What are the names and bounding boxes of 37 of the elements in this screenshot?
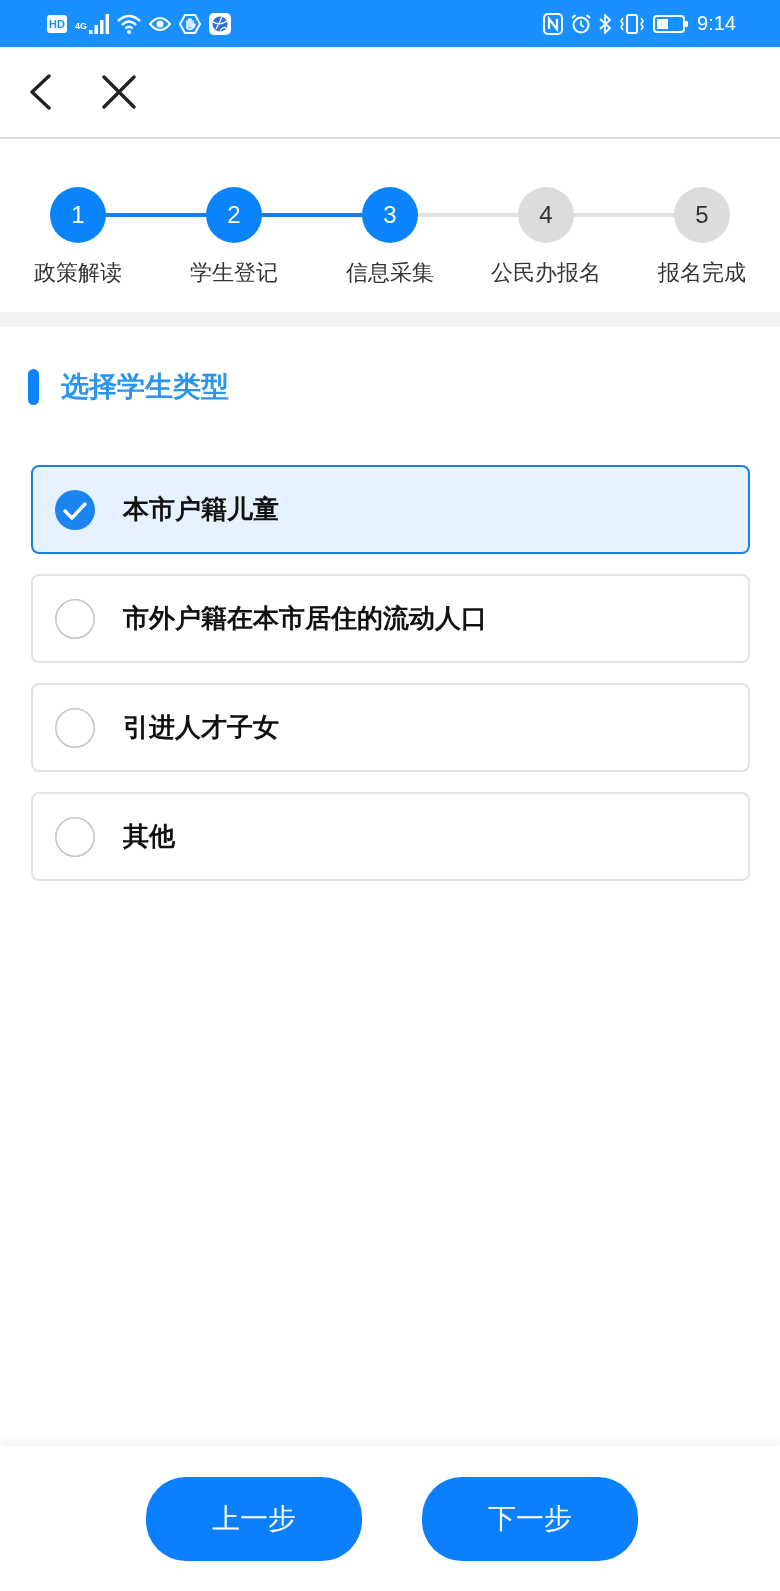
- previous-step-button[interactable]: 上一步: [146, 1476, 362, 1561]
- student-type-option[interactable]: 引进人才子女: [31, 683, 750, 772]
- step-circle: 2: [206, 187, 262, 243]
- nfc-icon: [543, 12, 564, 35]
- hd-badge: HD: [47, 14, 67, 33]
- clock-time: 9:14: [697, 12, 736, 35]
- battery-icon: [653, 14, 690, 33]
- radio-icon: [55, 707, 95, 748]
- step-circle: 3: [362, 187, 418, 243]
- step-label: 报名完成: [658, 259, 746, 287]
- step-label: 信息采集: [346, 259, 434, 287]
- globe-icon: [208, 12, 231, 35]
- alarm-icon: [571, 13, 592, 34]
- section-title: 选择学生类型: [61, 370, 229, 404]
- close-icon[interactable]: [102, 75, 136, 109]
- check-circle-icon: [55, 489, 95, 530]
- step-circle: 1: [50, 187, 106, 243]
- student-type-option[interactable]: 本市户籍儿童: [31, 465, 750, 554]
- hand-icon: [178, 12, 201, 35]
- wifi-icon: [116, 13, 141, 34]
- back-icon[interactable]: [29, 74, 51, 110]
- network-type-label: 4G: [74, 20, 87, 31]
- step-circle: 4: [518, 187, 574, 243]
- step-circle: 5: [674, 187, 730, 243]
- bluetooth-icon: [599, 13, 612, 34]
- step-label: 学生登记: [190, 259, 278, 287]
- signal-icon: [88, 13, 109, 34]
- step-label: 政策解读: [34, 259, 122, 287]
- eye-icon: [148, 15, 171, 32]
- student-type-option[interactable]: 市外户籍在本市居住的流动人口: [31, 574, 750, 663]
- student-type-option[interactable]: 其他: [31, 792, 750, 881]
- title-accent-bar: [28, 369, 39, 405]
- vibrate-icon: [619, 13, 646, 34]
- radio-icon: [55, 598, 95, 639]
- step-label: 公民办报名: [491, 259, 601, 287]
- radio-icon: [55, 816, 95, 857]
- next-step-button[interactable]: 下一步: [422, 1476, 638, 1561]
